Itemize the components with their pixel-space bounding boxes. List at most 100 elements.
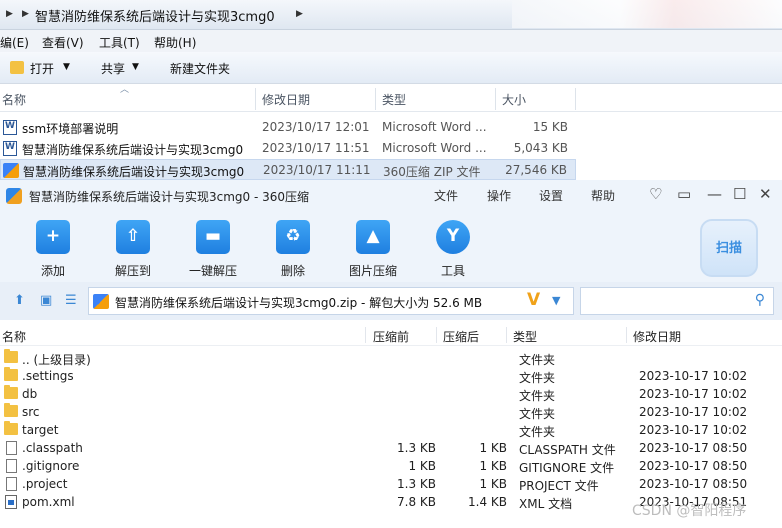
zip-row[interactable]: .. (上级目录) 文件夹 [0, 349, 782, 367]
tools-button[interactable]: Y 工具 [413, 220, 493, 279]
entry-name: src [22, 405, 40, 419]
new-folder-button[interactable]: 新建文件夹 [170, 60, 230, 77]
column-divider[interactable] [575, 88, 576, 110]
file-name: ssm环境部署说明 [22, 122, 119, 136]
explorer-column-header: 名称 ︿ 修改日期 类型 大小 [0, 84, 782, 112]
path-text: 智慧消防维保系统后端设计与实现3cmg0.zip - 解包大小为 52.6 MB [115, 296, 483, 310]
entry-modified: 2023-10-17 10:02 [639, 369, 748, 383]
column-date[interactable]: 修改日期 [262, 91, 310, 108]
menu-file[interactable]: 文件 [434, 187, 458, 204]
add-label: 添加 [40, 264, 65, 278]
entry-name: .project [22, 477, 68, 491]
menu-help[interactable]: 帮助(H) [154, 34, 196, 51]
menu-tools[interactable]: 工具(T) [99, 34, 140, 51]
feedback-icon[interactable]: ▭ [677, 185, 691, 203]
menu-settings[interactable]: 设置 [539, 187, 563, 204]
chevron-down-icon[interactable]: ▼ [552, 294, 560, 307]
file-size: 27,546 KB [505, 163, 567, 177]
zip-row[interactable]: .classpath 1.3 KB 1 KB CLASSPATH 文件 2023… [0, 439, 782, 457]
zip-row[interactable]: .gitignore 1 KB 1 KB GITIGNORE 文件 2023-1… [0, 457, 782, 475]
column-divider[interactable] [506, 327, 507, 343]
column-modified[interactable]: 修改日期 [633, 328, 681, 345]
window-title: 智慧消防维保系统后端设计与实现3cmg0 - 360压缩 [29, 190, 310, 204]
column-compressed-before[interactable]: 压缩前 [373, 328, 409, 345]
search-area[interactable] [512, 0, 782, 28]
entry-size-after: 1.4 KB [468, 495, 507, 509]
file-type: Microsoft Word ... [382, 120, 487, 134]
verified-v-icon[interactable]: V [527, 290, 540, 310]
column-divider[interactable] [255, 88, 256, 110]
delete-label: 删除 [280, 264, 305, 278]
file-date: 2023/10/17 12:01 [262, 120, 370, 134]
path-field[interactable]: 智慧消防维保系统后端设计与实现3cmg0.zip - 解包大小为 52.6 MB… [88, 287, 574, 315]
column-size[interactable]: 大小 [502, 91, 526, 108]
skin-icon[interactable]: ♡ [649, 185, 662, 203]
file-size: 15 KB [532, 120, 568, 134]
zip-row[interactable]: src 文件夹 2023-10-17 10:02 [0, 403, 782, 421]
menu-view[interactable]: 查看(V) [42, 34, 84, 51]
chevron-down-icon[interactable]: ▼ [63, 62, 70, 72]
file-row-selected[interactable]: 智慧消防维保系统后端设计与实现3cmg0 2023/10/17 11:11 36… [0, 159, 576, 180]
file-row[interactable]: ssm环境部署说明 2023/10/17 12:01 Microsoft Wor… [0, 117, 576, 138]
up-arrow-icon[interactable]: ⬆ [14, 293, 25, 308]
scan-label: 扫描 [715, 241, 742, 256]
file-row[interactable]: 智慧消防维保系统后端设计与实现3cmg0 2023/10/17 11:51 Mi… [0, 138, 576, 159]
share-button[interactable]: 共享 [101, 60, 125, 77]
entry-size-after: 1 KB [479, 459, 507, 473]
add-button[interactable]: + 添加 [13, 220, 93, 279]
file-icon [6, 459, 17, 473]
entry-type: 文件夹 [519, 407, 556, 421]
entry-modified: 2023-10-17 10:02 [639, 405, 748, 419]
menu-edit[interactable]: 编(E) [0, 34, 29, 51]
maximize-icon[interactable]: ☐ [733, 185, 746, 203]
list-view-icon[interactable]: ☰ [65, 293, 77, 308]
menu-help[interactable]: 帮助 [591, 187, 615, 204]
extract-to-icon: ⇧ [116, 220, 150, 254]
entry-type: GITIGNORE 文件 [519, 461, 615, 475]
column-name[interactable]: 名称 [2, 91, 26, 108]
column-divider[interactable] [375, 88, 376, 110]
breadcrumb-expand-icon[interactable]: ▶ [296, 9, 303, 19]
column-type[interactable]: 类型 [382, 91, 406, 108]
breadcrumb[interactable]: 智慧消防维保系统后端设计与实现3cmg0 [35, 6, 275, 25]
search-icon[interactable]: ⚲ [755, 292, 765, 308]
entry-type: 文件夹 [519, 425, 556, 439]
zip360-titlebar[interactable]: 智慧消防维保系统后端设计与实现3cmg0 - 360压缩 文件 操作 设置 帮助… [0, 180, 782, 212]
extract-to-label: 解压到 [114, 264, 151, 278]
entry-name: .. (上级目录) [22, 353, 91, 367]
column-compressed-after[interactable]: 压缩后 [443, 328, 479, 345]
menu-operation[interactable]: 操作 [487, 187, 511, 204]
folder-icon [4, 403, 18, 417]
tools-icon: Y [436, 220, 470, 254]
delete-button[interactable]: ♻ 删除 [253, 220, 333, 279]
zip-row[interactable]: target 文件夹 2023-10-17 10:02 [0, 421, 782, 439]
one-click-extract-icon: ▬ [196, 220, 230, 254]
column-divider[interactable] [365, 327, 366, 343]
entry-name: .gitignore [22, 459, 80, 473]
entry-size-before: 1.3 KB [397, 441, 436, 455]
minimize-icon[interactable]: — [707, 185, 722, 203]
zip-row[interactable]: .project 1.3 KB 1 KB PROJECT 文件 2023-10-… [0, 475, 782, 493]
tools-label: 工具 [440, 264, 465, 278]
open-button[interactable]: 打开 [30, 60, 54, 77]
zip-row[interactable]: .settings 文件夹 2023-10-17 10:02 [0, 367, 782, 385]
column-type[interactable]: 类型 [513, 328, 537, 345]
explorer-address-bar[interactable]: ▶ ▶ 智慧消防维保系统后端设计与实现3cmg0 ▶ [0, 0, 782, 30]
column-name[interactable]: 名称 [2, 328, 26, 345]
extract-to-button[interactable]: ⇧ 解压到 [93, 220, 173, 279]
file-size: 5,043 KB [513, 141, 568, 155]
scan-button[interactable]: 扫描 [700, 219, 758, 277]
column-divider[interactable] [626, 327, 627, 343]
chevron-down-icon[interactable]: ▼ [132, 62, 139, 72]
zip-row[interactable]: db 文件夹 2023-10-17 10:02 [0, 385, 782, 403]
file-type: Microsoft Word ... [382, 141, 487, 155]
zip-list-header: 名称 压缩前 压缩后 类型 修改日期 [0, 324, 782, 346]
search-input[interactable]: ⚲ [580, 287, 774, 315]
thumbnail-view-icon[interactable]: ▣ [40, 293, 52, 308]
close-icon[interactable]: ✕ [759, 185, 772, 203]
column-divider[interactable] [436, 327, 437, 343]
nav-arrow-icon[interactable]: ▶ [6, 9, 13, 19]
image-compress-button[interactable]: ▲ 图片压缩 [333, 220, 413, 279]
one-click-extract-button[interactable]: ▬ 一键解压 [173, 220, 253, 279]
column-divider[interactable] [495, 88, 496, 110]
